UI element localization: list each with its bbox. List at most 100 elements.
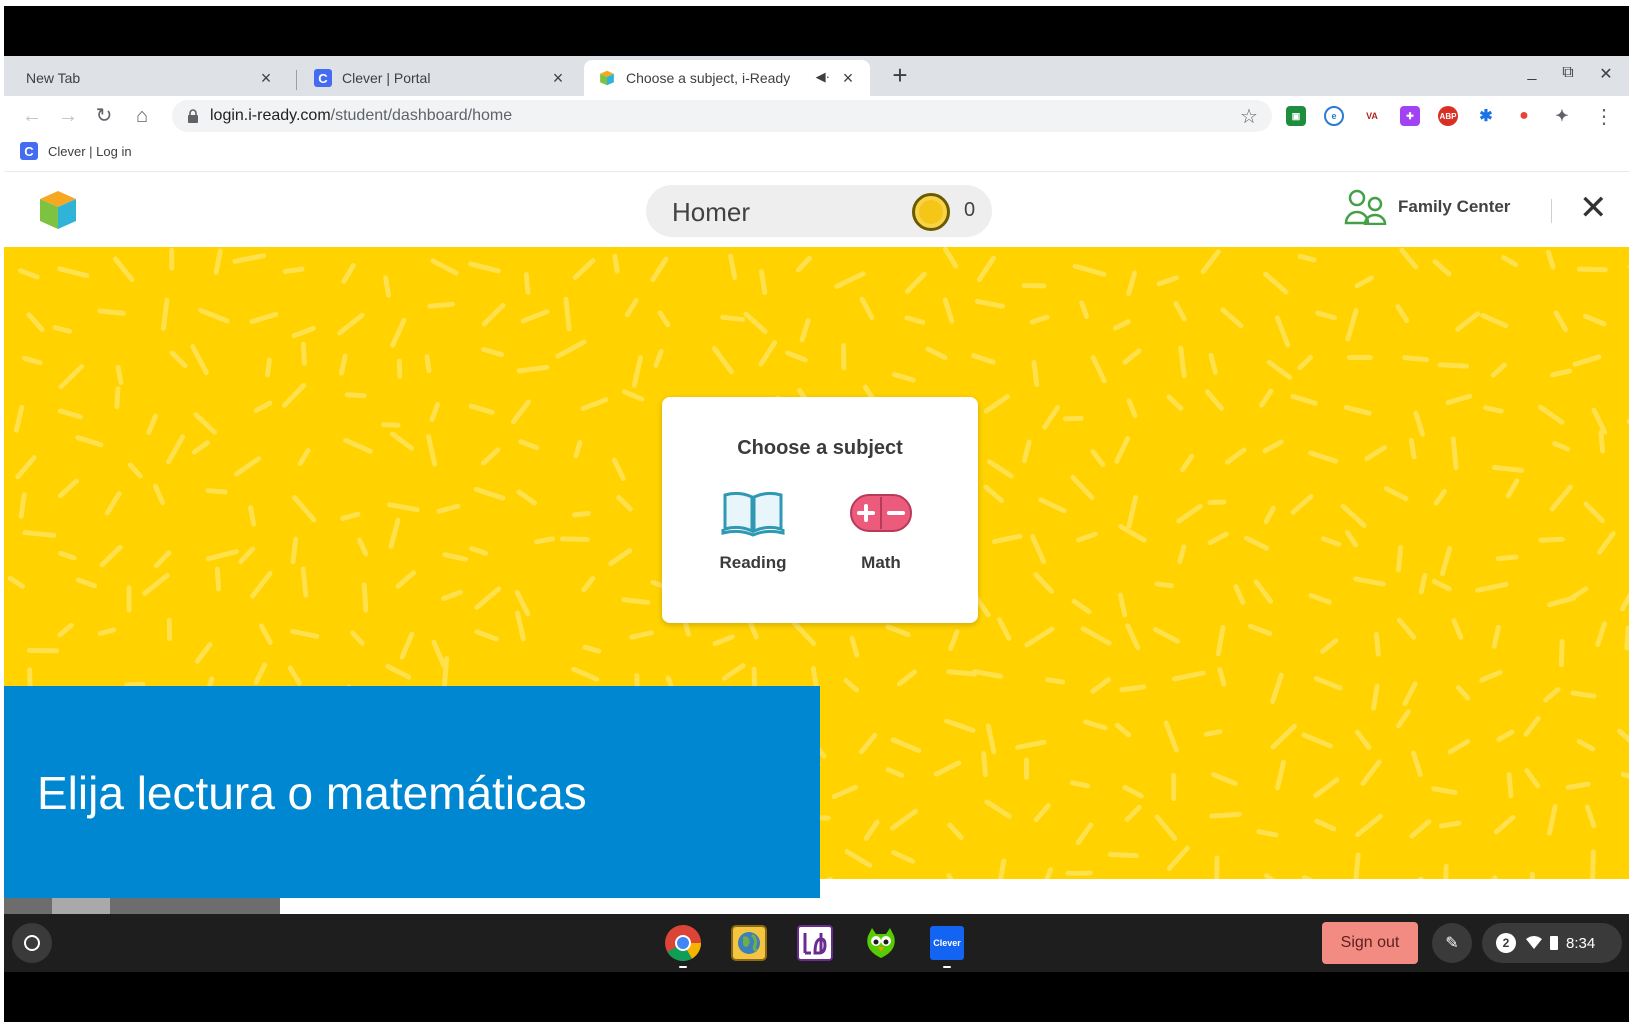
confetti-dash: [1274, 315, 1291, 348]
confetti-dash: [1313, 777, 1340, 799]
confetti-dash: [1491, 624, 1501, 649]
confetti-dash: [282, 266, 305, 275]
confetti-dash: [75, 577, 98, 589]
address-bar[interactable]: login.i-ready.com/student/dashboard/home: [172, 100, 1272, 132]
chrome-app-icon[interactable]: [664, 924, 702, 962]
family-center-button[interactable]: Family Center: [1344, 189, 1510, 225]
confetti-dash: [720, 314, 746, 323]
running-indicator: [943, 966, 951, 968]
bookmark-star-icon[interactable]: ☆: [1240, 104, 1258, 129]
student-pill[interactable]: Homer 0: [646, 185, 992, 237]
confetti-dash: [1570, 690, 1597, 699]
confetti-dash: [1266, 359, 1293, 380]
confetti-dash: [1315, 310, 1337, 321]
confetti-dash: [1314, 818, 1337, 832]
clock-time: 8:34: [1566, 934, 1596, 952]
confetti-dash: [429, 401, 441, 422]
literacy-app-icon[interactable]: [796, 924, 834, 962]
confetti-dash: [1598, 429, 1606, 454]
close-icon[interactable]: ×: [838, 68, 858, 88]
more-menu-icon[interactable]: ⋮: [1594, 104, 1614, 129]
window-close-icon[interactable]: ✕: [1594, 64, 1618, 84]
close-icon[interactable]: ×: [256, 68, 276, 88]
confetti-dash: [166, 434, 186, 465]
tab-clever-portal[interactable]: C Clever | Portal ×: [300, 60, 580, 96]
confetti-dash: [1107, 852, 1139, 859]
confetti-dash: [629, 630, 654, 640]
confetti-dash: [1119, 684, 1147, 693]
close-icon[interactable]: ✕: [1579, 191, 1608, 225]
edpuzzle-ext-icon[interactable]: e: [1324, 106, 1344, 126]
puzzle-blue-ext-icon[interactable]: ✱: [1476, 106, 1496, 126]
confetti-dash: [57, 408, 83, 420]
confetti-dash: [1413, 410, 1425, 437]
launcher-circle-icon[interactable]: [12, 923, 52, 963]
choose-subject-card: Choose a subject Reading Math: [662, 397, 978, 623]
confetti-dash: [1584, 804, 1597, 829]
confetti-dash: [291, 325, 316, 339]
confetti-dash: [469, 546, 489, 556]
math-label: Math: [861, 553, 901, 572]
confetti-dash: [1437, 362, 1470, 369]
confetti-dash: [1178, 345, 1187, 379]
close-icon[interactable]: ×: [548, 68, 568, 88]
confetti-dash: [1396, 709, 1411, 729]
reading-subject-button[interactable]: Reading: [698, 489, 808, 573]
back-arrow-icon[interactable]: ←: [20, 104, 44, 128]
confetti-dash: [1262, 439, 1284, 454]
confetti-dash: [58, 550, 77, 561]
iready-logo-icon[interactable]: [38, 189, 78, 231]
tab-new-tab[interactable]: New Tab ×: [12, 60, 288, 96]
new-tab-plus-icon[interactable]: +: [886, 62, 914, 90]
stylus-pen-icon[interactable]: ✎: [1432, 923, 1472, 963]
confetti-dash: [611, 457, 626, 482]
vm-ext-icon[interactable]: VA: [1362, 106, 1382, 126]
family-people-icon: [1344, 189, 1387, 225]
forward-arrow-icon[interactable]: →: [56, 104, 80, 128]
system-tray[interactable]: 2 8:34: [1482, 923, 1622, 963]
confetti-dash: [534, 536, 556, 545]
confetti-dash: [1125, 623, 1141, 650]
restore-icon[interactable]: ⧉: [1556, 64, 1580, 82]
confetti-dash: [657, 310, 671, 328]
google-classroom-ext-icon[interactable]: ▣: [1286, 106, 1306, 126]
confetti-dash: [1080, 626, 1112, 646]
clever-app-icon[interactable]: Clever: [928, 924, 966, 962]
bookmarks-bar: C Clever | Log in: [4, 136, 1629, 172]
confetti-dash: [1343, 404, 1372, 416]
confetti-dash: [142, 572, 170, 596]
confetti-dash: [1031, 359, 1040, 388]
confetti-dash: [983, 394, 1011, 414]
confetti-dash: [474, 629, 500, 642]
minimize-icon[interactable]: _: [1520, 64, 1544, 82]
confetti-dash: [232, 253, 267, 264]
math-subject-button[interactable]: Math: [826, 489, 936, 573]
tab-iready[interactable]: Choose a subject, i-Ready ◀· ×: [584, 60, 870, 96]
confetti-dash: [198, 307, 230, 324]
confetti-dash: [1408, 437, 1417, 460]
confetti-dash: [518, 439, 540, 451]
puzzle-ext-icon[interactable]: ✚: [1400, 106, 1420, 126]
running-indicator: [679, 966, 687, 968]
home-icon[interactable]: ⌂: [130, 104, 154, 128]
speaker-muted-icon[interactable]: ◀·: [816, 69, 830, 85]
extensions-puzzle-icon[interactable]: ✦: [1552, 106, 1572, 126]
confetti-dash: [1042, 405, 1061, 430]
screencast-ext-icon[interactable]: ●: [1514, 106, 1534, 126]
confetti-dash: [947, 822, 964, 841]
confetti-dash: [712, 634, 735, 647]
bookmark-clever-log-in[interactable]: C Clever | Log in: [20, 142, 132, 160]
confetti-dash: [385, 663, 412, 680]
confetti-dash: [169, 350, 188, 369]
adblock-plus-ext-icon[interactable]: ABP: [1438, 106, 1458, 126]
confetti-dash: [1090, 355, 1107, 384]
progress-segment: [52, 898, 110, 914]
reload-icon[interactable]: ↻: [92, 104, 116, 128]
clever-favicon-icon: C: [314, 69, 332, 87]
confetti-dash: [1247, 623, 1273, 637]
confetti-dash: [981, 750, 988, 778]
confetti-dash: [1177, 544, 1187, 564]
duolingo-app-icon[interactable]: [862, 924, 900, 962]
sign-out-button[interactable]: Sign out: [1322, 922, 1418, 964]
earth-app-icon[interactable]: [730, 924, 768, 962]
